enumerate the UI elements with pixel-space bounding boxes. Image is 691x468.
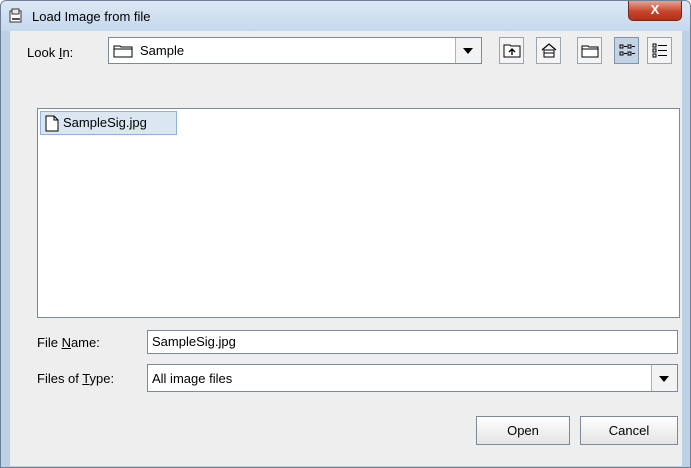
file-icon (45, 115, 59, 132)
file-type-combo[interactable]: All image files (147, 364, 678, 392)
look-in-combo[interactable]: Sample (108, 37, 482, 64)
new-folder-button[interactable] (577, 37, 602, 64)
home-button[interactable] (536, 37, 561, 64)
details-view-button[interactable] (647, 37, 672, 64)
window-title: Load Image from file (32, 9, 151, 24)
title-bar[interactable]: Load Image from file X (1, 1, 690, 31)
chevron-down-icon (463, 48, 473, 54)
file-item-name: SampleSig.jpg (63, 115, 147, 130)
file-name-input[interactable]: SampleSig.jpg (147, 330, 678, 354)
home-icon (541, 43, 557, 58)
file-list[interactable]: SampleSig.jpg (37, 108, 680, 318)
open-button[interactable]: Open (476, 416, 570, 445)
folder-icon (113, 45, 133, 58)
look-in-value: Sample (140, 43, 185, 58)
file-type-label: Files of Type: (37, 371, 115, 386)
details-view-icon (652, 43, 667, 58)
list-view-button[interactable] (614, 37, 639, 64)
file-type-value: All image files (152, 371, 233, 386)
cancel-button[interactable]: Cancel (580, 416, 678, 445)
chevron-down-icon (659, 376, 669, 382)
file-name-label: File Name: (37, 335, 100, 350)
app-icon (9, 8, 22, 23)
file-list-item[interactable]: SampleSig.jpg (40, 111, 177, 135)
new-folder-icon (581, 45, 599, 58)
up-one-level-button[interactable] (499, 37, 524, 64)
folder-up-icon (503, 44, 521, 58)
close-button[interactable]: X (628, 1, 682, 21)
list-view-icon (619, 44, 635, 56)
look-in-label: Look In: (27, 45, 74, 60)
file-type-dropdown-button[interactable] (651, 365, 677, 391)
look-in-dropdown-button[interactable] (455, 38, 481, 63)
